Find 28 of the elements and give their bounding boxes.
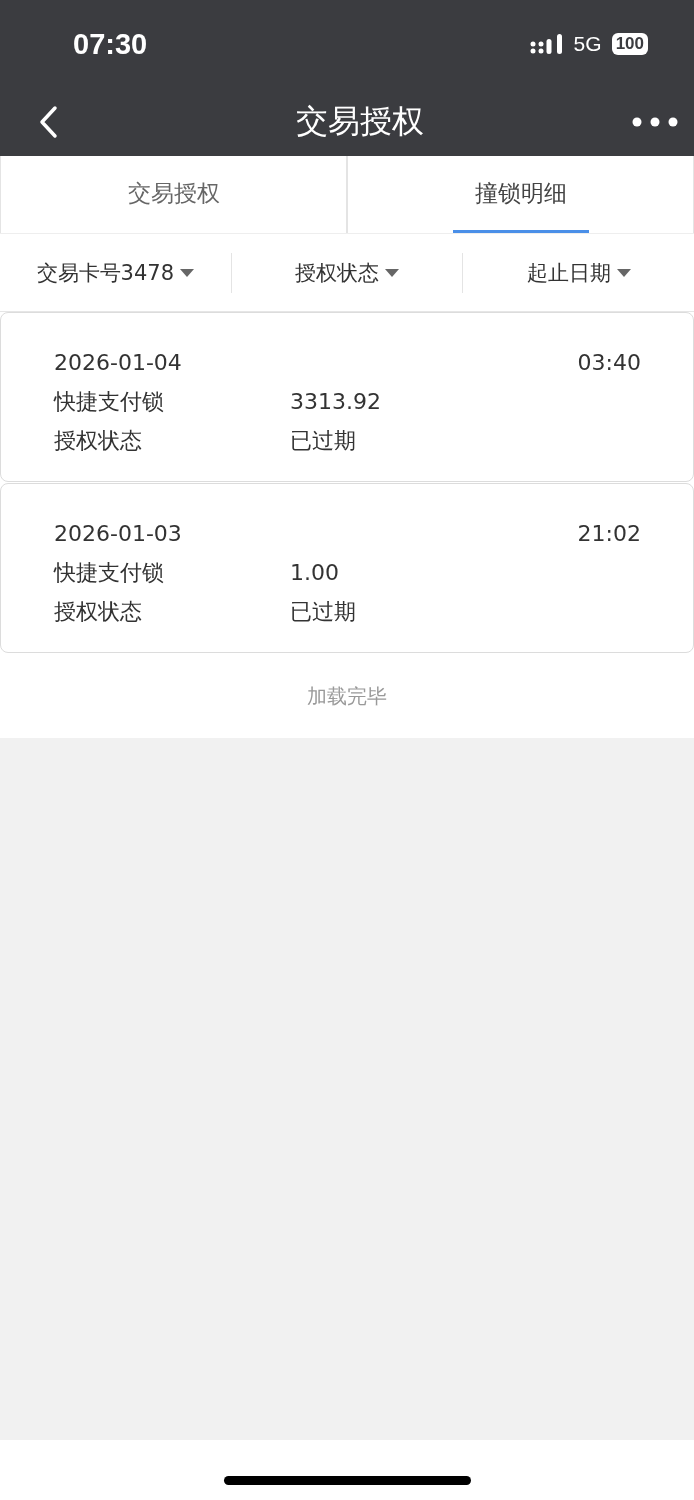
filter-dropdown[interactable]: 交易卡号3478 [32, 254, 199, 291]
tab[interactable]: 交易授权 [105, 156, 242, 233]
back-icon[interactable] [38, 105, 58, 139]
caret-icon [616, 268, 631, 277]
network-label: 5G [573, 32, 602, 56]
battery-level: 100 [611, 33, 648, 55]
record-value: 1.00 [290, 560, 339, 585]
record-label: 授权状态 [54, 597, 143, 626]
filter-dropdown[interactable]: 起止日期 [522, 254, 635, 291]
load-complete-text: 加载完毕 [307, 682, 387, 710]
record-label: 快捷支付锁 [54, 387, 165, 416]
record-value: 已过期 [290, 426, 356, 455]
signal-icon [529, 33, 564, 55]
caret-icon [385, 268, 399, 277]
record-time: 03:40 [577, 350, 641, 375]
status-time: 07:30 [73, 27, 148, 61]
record-label: 授权状态 [54, 426, 143, 455]
caret-icon [180, 268, 195, 277]
filter-dropdown[interactable]: 授权状态 [291, 254, 403, 291]
record-date: 2026-01-04 [54, 350, 183, 375]
page-title: 交易授权 [296, 101, 424, 142]
record-time: 21:02 [577, 521, 641, 546]
record-date: 2026-01-03 [54, 521, 183, 546]
record-label: 快捷支付锁 [54, 558, 165, 587]
tab[interactable]: 撞锁明细 [452, 156, 589, 233]
more-icon[interactable] [632, 117, 678, 127]
record-value: 3313.92 [290, 389, 381, 414]
record-value: 已过期 [290, 597, 356, 626]
